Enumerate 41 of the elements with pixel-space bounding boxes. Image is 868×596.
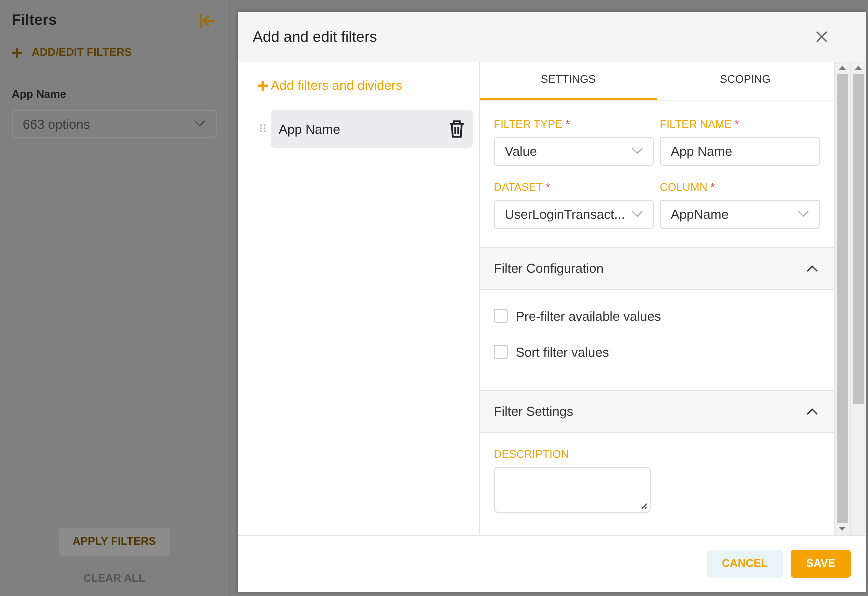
plus-icon — [258, 80, 268, 90]
checkbox-label: Pre-filter available values — [516, 308, 662, 324]
sidebar-title: Filters — [12, 12, 58, 29]
select-field[interactable]: AppName — [660, 200, 820, 229]
scrollbar[interactable] — [850, 62, 866, 535]
resize-handle-icon[interactable] — [641, 503, 648, 510]
scrollbar[interactable] — [834, 62, 850, 535]
chevron-icon[interactable] — [807, 408, 818, 415]
field-label: DESCRIPTION — [494, 449, 570, 461]
scroll-up-icon[interactable] — [839, 66, 846, 70]
field-label: COLUMN * — [660, 182, 716, 194]
chevron-down-icon — [798, 211, 809, 218]
chevron-down-icon — [632, 211, 643, 218]
scroll-up-icon[interactable] — [855, 66, 862, 70]
select-field[interactable]: UserLoginTransact... — [494, 200, 654, 229]
filter-list-item[interactable]: App Name — [271, 110, 473, 148]
close-icon[interactable] — [816, 31, 828, 43]
drag-handle-icon[interactable] — [260, 124, 266, 134]
checkbox[interactable] — [494, 309, 508, 323]
chevron-down-icon — [632, 148, 643, 155]
checkbox[interactable] — [494, 345, 508, 359]
field-label: FILTER NAME * — [660, 119, 740, 131]
field-label: DATASET * — [494, 182, 552, 194]
plus-icon — [12, 48, 22, 58]
tab[interactable]: SETTINGS — [480, 62, 657, 100]
dialog-title: Add and edit filters — [253, 28, 378, 46]
tab[interactable]: SCOPING — [657, 62, 834, 100]
section-header[interactable]: Filter Configuration — [480, 247, 834, 290]
section-title: Filter Configuration — [494, 261, 604, 276]
select-field[interactable]: Value — [494, 137, 654, 166]
chevron-down-icon — [194, 120, 206, 128]
field-label: FILTER TYPE * — [494, 119, 572, 131]
section-title: Filter Settings — [494, 404, 574, 419]
description-field[interactable] — [494, 467, 651, 513]
chevron-icon[interactable] — [807, 265, 818, 272]
section-header[interactable]: Filter Settings — [480, 390, 834, 433]
trash-icon[interactable] — [449, 120, 465, 138]
scroll-down-icon[interactable] — [839, 527, 846, 531]
text-field[interactable]: App Name — [660, 137, 820, 166]
filter-label: App Name — [12, 89, 68, 101]
checkbox-label: Sort filter values — [516, 344, 610, 360]
